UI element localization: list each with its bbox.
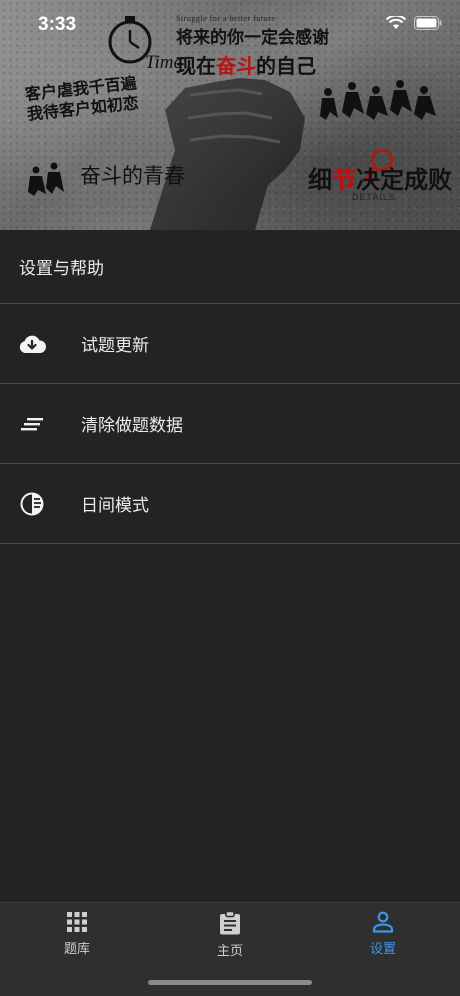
- section-title: 设置与帮助: [0, 230, 460, 304]
- settings-item-clear-data[interactable]: 清除做题数据: [0, 384, 460, 464]
- battery-icon: [414, 16, 442, 30]
- tab-label: 设置: [369, 942, 396, 957]
- cloud-download-icon: [18, 330, 46, 358]
- header-banner-image: 3:33 Struggle for a better future 将来的你一定…: [0, 0, 460, 230]
- tab-label: 主页: [216, 944, 243, 959]
- settings-item-label: 清除做题数据: [81, 416, 183, 436]
- banner-line-1: 将来的你一定会感谢: [176, 28, 329, 47]
- clear-all-icon: [18, 410, 46, 438]
- settings-item-update-questions[interactable]: 试题更新: [0, 304, 460, 384]
- settings-item-day-mode[interactable]: 日间模式: [0, 464, 460, 544]
- banner-detail-slogan: 细节决定成败: [308, 168, 452, 194]
- tab-question-bank[interactable]: 题库: [27, 911, 127, 963]
- banner-detail-english: DETAILS: [352, 192, 396, 202]
- tab-label: 题库: [63, 942, 90, 957]
- contrast-icon: [18, 490, 46, 518]
- settings-item-label: 日间模式: [81, 496, 149, 516]
- settings-item-label: 试题更新: [81, 336, 149, 356]
- tab-settings[interactable]: 设置: [333, 911, 433, 963]
- status-bar-time: 3:33: [38, 14, 77, 35]
- tab-home[interactable]: 主页: [180, 911, 280, 963]
- person-icon: [372, 911, 394, 933]
- banner-tagline: Struggle for a better future: [176, 14, 276, 23]
- banner-time-word: Time: [145, 52, 182, 73]
- banner-youth-text: 奋斗的青春: [80, 164, 185, 188]
- banner-line-2: 现在奋斗的自己: [176, 56, 316, 78]
- home-indicator: [148, 980, 312, 985]
- banner-slogan: Struggle for a better future 将来的你一定会感谢 现…: [176, 14, 329, 79]
- grid-icon: [67, 912, 87, 932]
- status-bar-icons: [386, 16, 442, 30]
- wifi-icon: [386, 16, 406, 29]
- clipboard-icon: [220, 911, 240, 935]
